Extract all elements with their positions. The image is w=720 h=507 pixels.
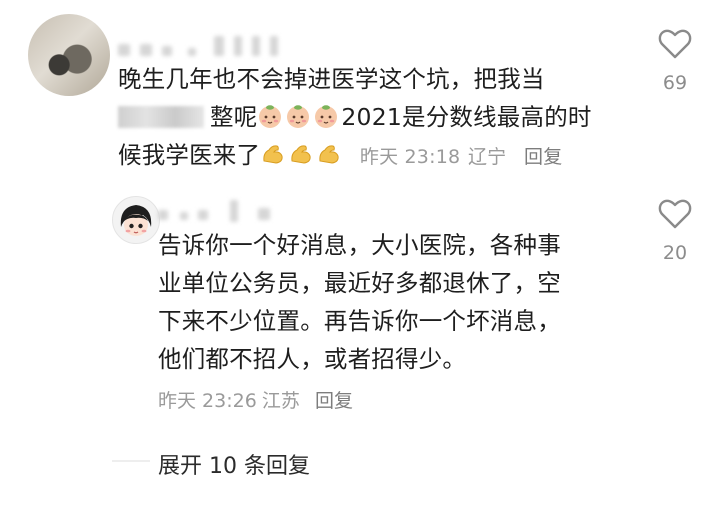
flexed-biceps-emoji [260, 141, 288, 169]
comment-line-1: 晚生几年也不会掉进医学这个坑，把我当 [118, 65, 545, 93]
reply-line: 告诉你一个好消息，大小医院，各种事 [158, 231, 561, 259]
expand-replies-button[interactable]: 展开 10 条回复 [158, 448, 310, 480]
comment-like-button[interactable]: 69 [652, 28, 698, 98]
reply-meta: 昨天 23:26 江苏 回复 [158, 386, 353, 413]
comment-text: 晚生几年也不会掉进医学这个坑，把我当 整呢 2021是分数线最高的时 候我学医来了… [118, 60, 592, 176]
comment-line-3: 候我学医来了 昨天 23:18 辽宁 回复 [118, 141, 563, 169]
cartoon-girl-avatar-icon [120, 205, 152, 236]
comment-time: 昨天 23:18 [359, 146, 461, 168]
reply-like-count: 20 [662, 242, 688, 264]
replier-name-blurred[interactable] [158, 200, 278, 222]
commenter-name-blurred[interactable] [118, 34, 286, 56]
peach-face-emoji [285, 103, 313, 131]
flexed-biceps-emoji [316, 141, 344, 169]
commenter-avatar[interactable] [28, 14, 110, 96]
reply-line: 业单位公务员，最近好多都退休了，空 [158, 269, 561, 297]
reply-location: 江苏 [261, 390, 300, 412]
replier-avatar[interactable] [112, 196, 160, 244]
comment-like-count: 69 [662, 72, 688, 94]
reply-line: 下来不少位置。再告诉你一个坏消息， [158, 307, 561, 335]
reply-line: 他们都不招人，或者招得少。 [158, 345, 467, 373]
flexed-biceps-emoji [288, 141, 316, 169]
censored-text [118, 106, 204, 128]
comment-line-2: 整呢 2021是分数线最高的时 [118, 98, 592, 136]
heart-icon [658, 29, 692, 59]
peach-face-emoji [257, 103, 285, 131]
peach-face-emoji [313, 103, 341, 131]
reply-text: 告诉你一个好消息，大小医院，各种事 业单位公务员，最近好多都退休了，空 下来不少… [158, 226, 561, 378]
expand-divider [112, 460, 150, 462]
comment-location: 辽宁 [467, 146, 507, 168]
heart-icon [658, 199, 692, 229]
reply-reply-button[interactable]: 回复 [315, 390, 353, 412]
reply-time: 昨天 23:26 [158, 390, 257, 412]
comment-reply-button[interactable]: 回复 [524, 146, 562, 168]
reply-like-button[interactable]: 20 [652, 198, 698, 268]
